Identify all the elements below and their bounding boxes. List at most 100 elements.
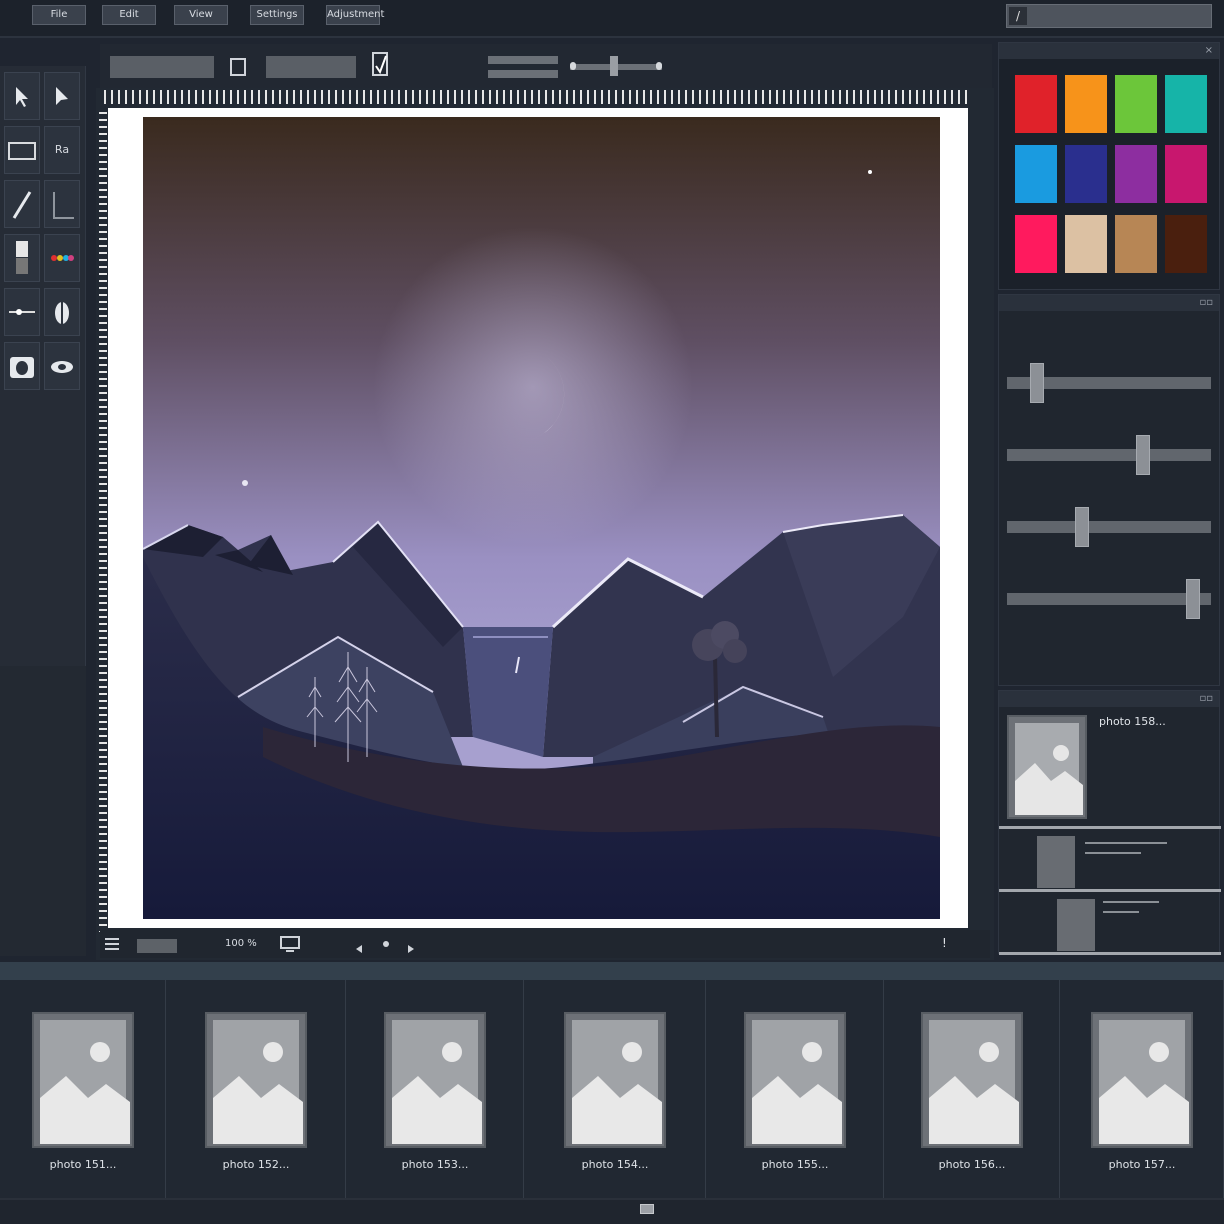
gradient-tool-icon[interactable]	[4, 234, 40, 282]
filmstrip-label: photo 153...	[401, 1158, 469, 1171]
canvas-artwork[interactable]	[143, 117, 940, 919]
line-style-icon[interactable]	[488, 56, 558, 64]
tool-options-bar	[100, 44, 992, 88]
line-tool-icon[interactable]	[4, 180, 40, 228]
rectangle-tool-icon[interactable]	[4, 126, 40, 174]
horizontal-ruler	[104, 90, 968, 104]
image-placeholder-icon	[564, 1012, 666, 1148]
layers-panel-menu-icon[interactable]: ▫▫	[1199, 693, 1213, 704]
filmstrip-label: photo 154...	[581, 1158, 649, 1171]
brush-icon: /	[1009, 7, 1027, 25]
text-tool-icon[interactable]: Ra	[44, 126, 80, 174]
layer-thumbnail	[1037, 836, 1075, 888]
layer-detail-placeholder	[1103, 911, 1139, 913]
toolbox-empty-area	[0, 666, 86, 956]
checkbox-option[interactable]	[230, 58, 246, 76]
panel-close-icon[interactable]: ×	[1205, 45, 1213, 56]
adjustment-sliders-panel: ▫▫	[998, 294, 1220, 686]
filmstrip-item[interactable]: photo 151...	[0, 980, 166, 1198]
page-dot-icon[interactable]	[383, 941, 389, 947]
filmstrip-item[interactable]: photo 152...	[166, 980, 346, 1198]
menu-bar: File Edit View Settings Adjustment /	[0, 0, 1224, 38]
layer-thumbnail	[1007, 715, 1087, 819]
menu-adjustment[interactable]: Adjustment	[326, 5, 384, 25]
adjustment-slider-thumb[interactable]	[1075, 507, 1090, 547]
fill-tool-icon[interactable]	[44, 288, 80, 336]
panel-menu-icon[interactable]: ▫▫	[1199, 297, 1213, 308]
angle-tool-icon[interactable]	[44, 180, 80, 228]
zoom-level[interactable]: 100 %	[225, 938, 257, 949]
image-placeholder-icon	[384, 1012, 486, 1148]
filmstrip-toggle-icon[interactable]	[640, 1204, 654, 1214]
filmstrip-label: photo 157...	[1108, 1158, 1176, 1171]
color-swatch[interactable]	[1065, 145, 1107, 203]
color-swatch[interactable]	[1115, 215, 1157, 273]
adjustment-slider-thumb[interactable]	[1185, 579, 1200, 619]
filmstrip-item[interactable]: photo 156...	[884, 980, 1060, 1198]
filmstrip-label: photo 155...	[761, 1158, 829, 1171]
adjustment-slider-track[interactable]	[1007, 593, 1211, 605]
monitor-icon[interactable]	[280, 936, 300, 952]
layer-detail-placeholder	[1085, 852, 1141, 854]
color-swatch[interactable]	[1115, 145, 1157, 203]
color-swatch[interactable]	[1165, 75, 1207, 133]
layers-panel-header: ▫▫	[999, 691, 1219, 707]
prev-arrow-icon[interactable]	[354, 939, 364, 953]
sliders-panel-header: ▫▫	[999, 295, 1219, 311]
color-swatch[interactable]	[1165, 215, 1207, 273]
line-style-icon-2[interactable]	[488, 70, 558, 78]
eye-tool-icon[interactable]	[44, 342, 80, 390]
filmstrip-label: photo 151...	[49, 1158, 117, 1171]
image-placeholder-icon	[205, 1012, 307, 1148]
hamburger-menu-icon[interactable]	[104, 936, 120, 952]
color-swatch[interactable]	[1065, 215, 1107, 273]
layers-panel: ▫▫ photo 158...	[998, 690, 1221, 955]
menu-edit[interactable]: Edit	[102, 5, 156, 25]
layer-row[interactable]	[999, 832, 1221, 892]
color-palette-tool-icon[interactable]	[44, 234, 80, 282]
opacity-slider-thumb[interactable]	[610, 56, 618, 76]
filmstrip-item[interactable]: photo 153...	[346, 980, 524, 1198]
slider-end-right	[656, 62, 662, 70]
filmstrip-label: photo 152...	[222, 1158, 290, 1171]
vertical-ruler	[99, 112, 107, 932]
color-swatch[interactable]	[1065, 75, 1107, 133]
warning-indicator: !	[942, 936, 947, 950]
swatches-panel: ×	[998, 42, 1220, 290]
filmstrip-footer	[0, 1200, 1224, 1224]
select-tool-icon[interactable]	[4, 72, 40, 120]
color-swatch[interactable]	[1015, 75, 1057, 133]
option-field-2[interactable]	[266, 56, 356, 78]
adjustment-slider-thumb[interactable]	[1136, 435, 1151, 475]
color-swatch[interactable]	[1015, 145, 1057, 203]
layer-name: photo 158...	[1099, 715, 1166, 728]
adjustment-slider-track[interactable]	[1007, 449, 1211, 461]
filmstrip-item[interactable]: photo 154...	[524, 980, 706, 1198]
slider-end-left	[570, 62, 576, 70]
menu-file[interactable]: File	[32, 5, 86, 25]
option-field-1[interactable]	[110, 56, 214, 78]
swatches-panel-header: ×	[999, 43, 1219, 59]
layer-row[interactable]: photo 158...	[999, 709, 1221, 829]
menu-view[interactable]: View	[174, 5, 228, 25]
document-title-field[interactable]: /	[1006, 4, 1212, 28]
status-field[interactable]	[137, 939, 177, 953]
direct-select-tool-icon[interactable]	[44, 72, 80, 120]
menu-settings[interactable]: Settings	[250, 5, 304, 25]
layer-row[interactable]	[999, 895, 1221, 955]
pen-node-tool-icon[interactable]	[4, 288, 40, 336]
image-placeholder-icon	[744, 1012, 846, 1148]
next-arrow-icon[interactable]	[406, 939, 416, 953]
camera-tool-icon[interactable]	[4, 342, 40, 390]
image-placeholder-icon	[1091, 1012, 1193, 1148]
checked-checkbox[interactable]	[372, 52, 388, 76]
color-swatch[interactable]	[1115, 75, 1157, 133]
layer-thumbnail	[1057, 899, 1095, 951]
layer-name-placeholder	[1085, 842, 1167, 844]
adjustment-slider-thumb[interactable]	[1029, 363, 1044, 403]
color-swatch[interactable]	[1015, 215, 1057, 273]
filmstrip-item[interactable]: photo 157...	[1060, 980, 1224, 1198]
filmstrip-item[interactable]: photo 155...	[706, 980, 884, 1198]
adjustment-slider-track[interactable]	[1007, 521, 1211, 533]
color-swatch[interactable]	[1165, 145, 1207, 203]
